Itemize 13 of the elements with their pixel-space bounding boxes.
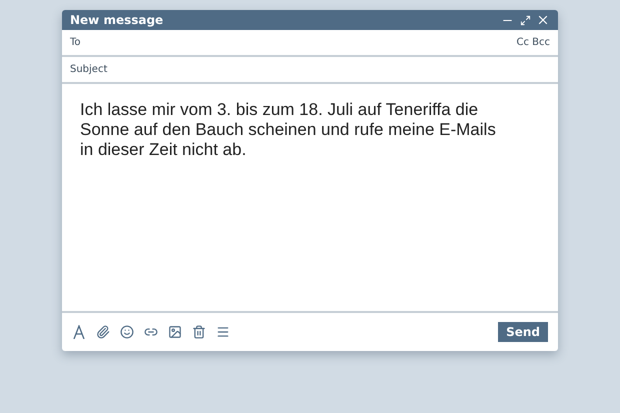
close-icon[interactable] — [536, 13, 550, 27]
to-field[interactable]: To — [70, 37, 516, 48]
paperclip-icon[interactable] — [96, 324, 110, 340]
window-title: New message — [70, 13, 164, 27]
smiley-icon[interactable] — [120, 324, 134, 340]
font-icon[interactable] — [72, 324, 86, 340]
trash-icon[interactable] — [192, 324, 206, 340]
send-button[interactable]: Send — [498, 322, 548, 342]
subject-field[interactable]: Subject — [70, 64, 550, 75]
cc-bcc-link[interactable]: Cc Bcc — [516, 37, 550, 48]
expand-icon[interactable] — [518, 13, 532, 27]
message-body[interactable]: Ich lasse mir vom 3. bis zum 18. Juli auf Teneriffa die Sonne auf den Bauch scheinen und rufe meine E-Mails in dieser Zeit nicht ab. — [80, 100, 510, 160]
image-icon[interactable] — [168, 324, 182, 340]
